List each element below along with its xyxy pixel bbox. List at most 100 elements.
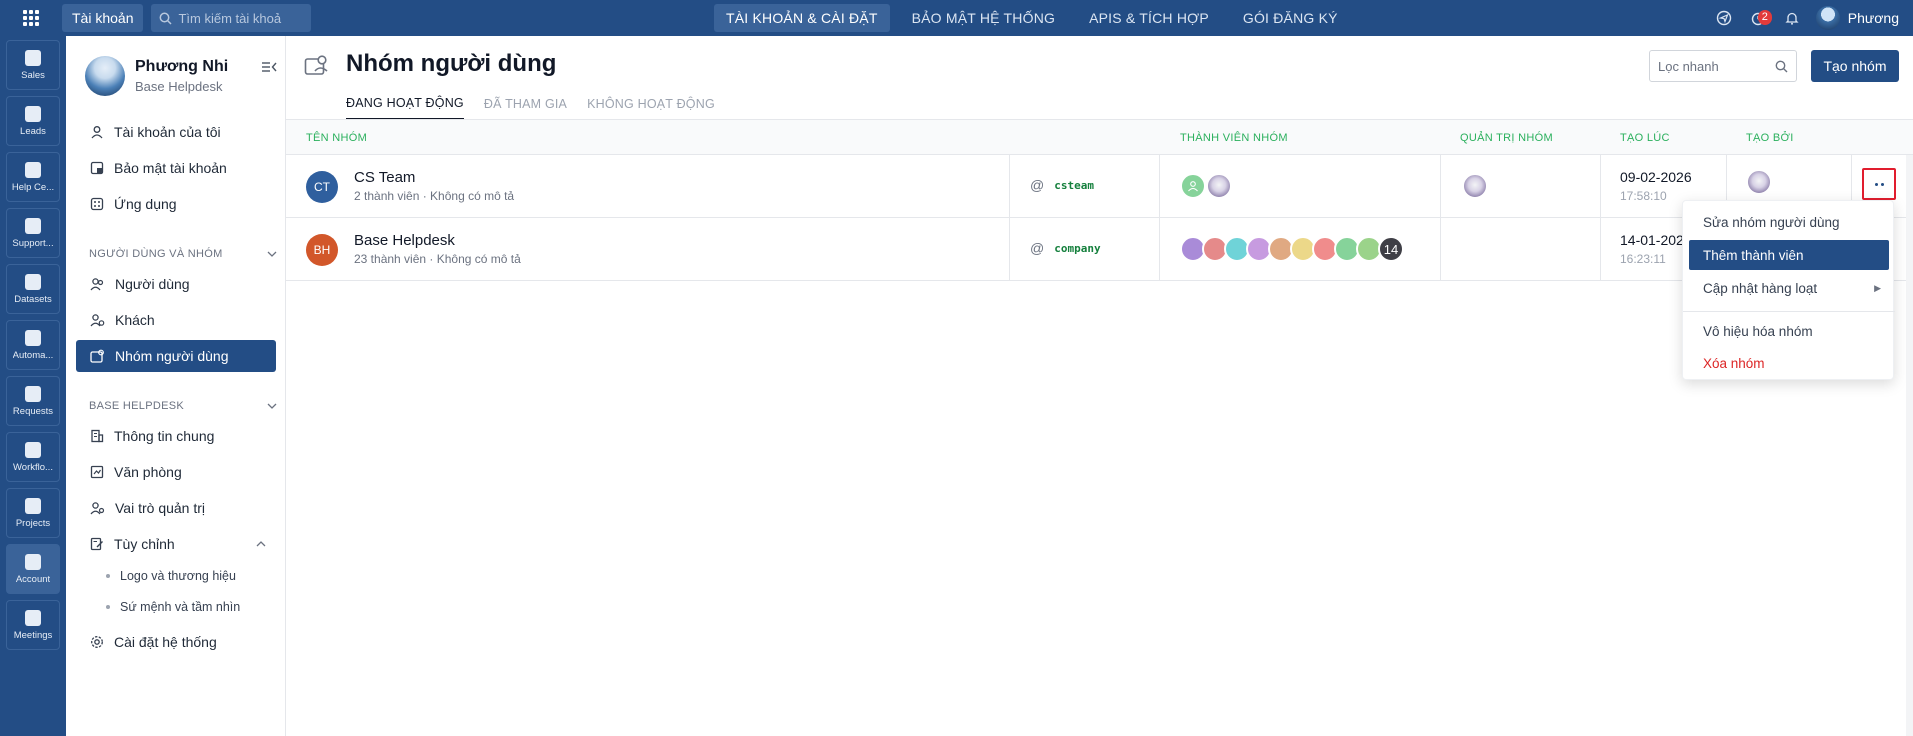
- sidebar-subitem-mission-vision[interactable]: Sứ mệnh và tầm nhìn: [76, 593, 276, 621]
- sidebar-item-office[interactable]: Văn phòng: [76, 456, 276, 488]
- column-divider: [1009, 218, 1010, 280]
- search-icon: [1775, 60, 1788, 72]
- rail-item-meetings[interactable]: Meetings: [6, 600, 60, 650]
- user-icon: [91, 126, 103, 139]
- user-group-icon: [304, 54, 330, 79]
- sidebar-item-admin-roles[interactable]: Vai trò quản trị: [76, 492, 276, 524]
- section-users-groups[interactable]: NGƯỜI DÙNG VÀ NHÓM: [89, 248, 277, 260]
- rail-item-requests[interactable]: Requests: [6, 376, 60, 426]
- support-icon: [25, 217, 41, 234]
- col-admins[interactable]: QUẢN TRỊ NHÓM: [1460, 132, 1553, 144]
- sidebar-item-general-info[interactable]: Thông tin chung: [76, 420, 276, 452]
- menu-item-bulk-update[interactable]: Cập nhật hàng loạt ▶: [1689, 273, 1889, 303]
- sidebar-item-system-settings[interactable]: Cài đặt hệ thống: [76, 626, 276, 658]
- user-name: Phương: [1847, 10, 1899, 26]
- sidebar-item-users[interactable]: Người dùng: [76, 268, 276, 300]
- rail-item-sales[interactable]: Sales: [6, 40, 60, 90]
- sidebar-subitem-logo-brand[interactable]: Logo và thương hiệu: [76, 562, 276, 590]
- quick-filter-input[interactable]: Lọc nhanh: [1649, 50, 1797, 82]
- table-row[interactable]: BH Base Helpdesk 23 thành viên · Không c…: [286, 218, 1913, 281]
- col-created-by[interactable]: TẠO BỞI: [1746, 132, 1794, 144]
- rail-item-datasets[interactable]: Datasets: [6, 264, 60, 314]
- tab-joined[interactable]: ĐÃ THAM GIA: [484, 88, 567, 120]
- avatar: [1746, 169, 1772, 195]
- table-row[interactable]: CT CS Team 2 thành viên · Không có mô tả…: [286, 155, 1913, 218]
- admin-avatar[interactable]: [1462, 173, 1488, 199]
- row-more-button[interactable]: [1862, 168, 1896, 200]
- apps-icon: [90, 197, 104, 211]
- tab-inactive[interactable]: KHÔNG HOẠT ĐỘNG: [587, 88, 715, 120]
- guests-icon: [90, 314, 105, 327]
- create-group-button[interactable]: Tạo nhóm: [1811, 50, 1899, 82]
- nav-system-security[interactable]: BẢO MẬT HỆ THỐNG: [900, 4, 1067, 32]
- search-icon: [160, 12, 173, 25]
- created-at: 09-02-2026 17:58:10: [1620, 169, 1692, 203]
- sidebar-item-customize[interactable]: Tùy chỉnh: [76, 528, 276, 560]
- group-name[interactable]: CS Team: [354, 169, 415, 186]
- creator-avatar[interactable]: [1746, 169, 1772, 195]
- alarm-clock-icon[interactable]: 2: [1748, 8, 1772, 28]
- tab-active[interactable]: ĐANG HOẠT ĐỘNG: [346, 88, 464, 120]
- section-base-helpdesk[interactable]: BASE HELPDESK: [89, 400, 277, 412]
- menu-item-add-member[interactable]: Thêm thành viên: [1689, 240, 1889, 270]
- avatar: [1462, 173, 1488, 199]
- menu-item-delete-group[interactable]: Xóa nhóm: [1689, 348, 1889, 378]
- collapse-sidebar-icon[interactable]: [261, 60, 277, 77]
- apps-grid-icon[interactable]: [0, 0, 62, 36]
- rail-item-leads[interactable]: Leads: [6, 96, 60, 146]
- user-menu[interactable]: Phương: [1815, 6, 1899, 30]
- group-description: 2 thành viên · Không có mô tả: [354, 189, 515, 203]
- rail-item-projects[interactable]: Projects: [6, 488, 60, 538]
- nav-account-settings[interactable]: TÀI KHOẢN & CÀI ĐẶT: [714, 4, 890, 32]
- office-icon: [90, 465, 104, 479]
- created-time: 17:58:10: [1620, 189, 1667, 203]
- rail-item-help-center[interactable]: Help Ce...: [6, 152, 60, 202]
- rail-item-account[interactable]: Account: [6, 544, 60, 594]
- col-group-name[interactable]: TÊN NHÓM: [306, 132, 367, 144]
- rail-item-automation[interactable]: Automa...: [6, 320, 60, 370]
- avatar: [1815, 6, 1840, 30]
- sidebar-item-account-security[interactable]: Bảo mật tài khoản: [76, 152, 276, 184]
- nav-subscription[interactable]: GÓI ĐĂNG KÝ: [1231, 4, 1350, 32]
- menu-item-deactivate-group[interactable]: Vô hiệu hóa nhóm: [1689, 316, 1889, 346]
- building-icon: [91, 429, 104, 443]
- nav-apis-integrations[interactable]: APIS & TÍCH HỢP: [1077, 4, 1221, 32]
- status-tabs: ĐANG HOẠT ĐỘNG ĐÃ THAM GIA KHÔNG HOẠT ĐỘ…: [346, 88, 715, 120]
- sidebar-item-guests[interactable]: Khách: [76, 304, 276, 336]
- column-divider: [1600, 155, 1601, 217]
- group-description: 23 thành viên · Không có mô tả: [354, 252, 521, 266]
- column-divider: [1600, 218, 1601, 280]
- page-title: Nhóm người dùng: [346, 50, 557, 77]
- member-avatars[interactable]: 14: [1180, 236, 1404, 262]
- col-created-at[interactable]: TẠO LÚC: [1620, 132, 1670, 144]
- column-divider: [1440, 218, 1441, 280]
- account-chip[interactable]: Tài khoản: [62, 4, 144, 32]
- sidebar-item-user-groups[interactable]: Nhóm người dùng: [76, 340, 276, 372]
- rail-item-support[interactable]: Support...: [6, 208, 60, 258]
- member-avatars[interactable]: [1180, 173, 1232, 199]
- menu-divider: [1683, 311, 1895, 312]
- main-content: Nhóm người dùng ĐANG HOẠT ĐỘNG ĐÃ THAM G…: [286, 36, 1913, 736]
- menu-item-edit-group[interactable]: Sửa nhóm người dùng: [1689, 207, 1889, 237]
- send-icon[interactable]: [1714, 8, 1734, 28]
- bell-icon[interactable]: [1782, 8, 1802, 28]
- member-overflow-count: 14: [1378, 236, 1404, 262]
- caret-right-icon: ▶: [1874, 282, 1881, 293]
- row-context-menu: Sửa nhóm người dùng Thêm thành viên Cập …: [1682, 200, 1895, 380]
- search-placeholder: Tìm kiếm tài khoả: [178, 10, 282, 26]
- automation-icon: [25, 329, 41, 346]
- top-search-input[interactable]: Tìm kiếm tài khoả: [151, 4, 312, 32]
- col-members[interactable]: THÀNH VIÊN NHÓM: [1180, 132, 1288, 144]
- rail-item-workflow[interactable]: Workflo...: [6, 432, 60, 482]
- scrollbar[interactable]: [1906, 155, 1913, 736]
- app-rail: Sales Leads Help Ce... Support... Datase…: [0, 36, 66, 736]
- notification-badge: 2: [1757, 10, 1772, 25]
- users-icon: [90, 278, 104, 291]
- profile-block: Phương Nhi Base Helpdesk: [85, 56, 228, 96]
- sidebar-item-my-account[interactable]: Tài khoản của tôi: [76, 116, 276, 148]
- sidebar-item-apps[interactable]: Ứng dụng: [76, 188, 276, 220]
- created-date: 09-02-2026: [1620, 169, 1692, 185]
- profile-name: Phương Nhi: [135, 58, 229, 75]
- at-icon: @: [1030, 177, 1045, 193]
- group-name[interactable]: Base Helpdesk: [354, 232, 455, 249]
